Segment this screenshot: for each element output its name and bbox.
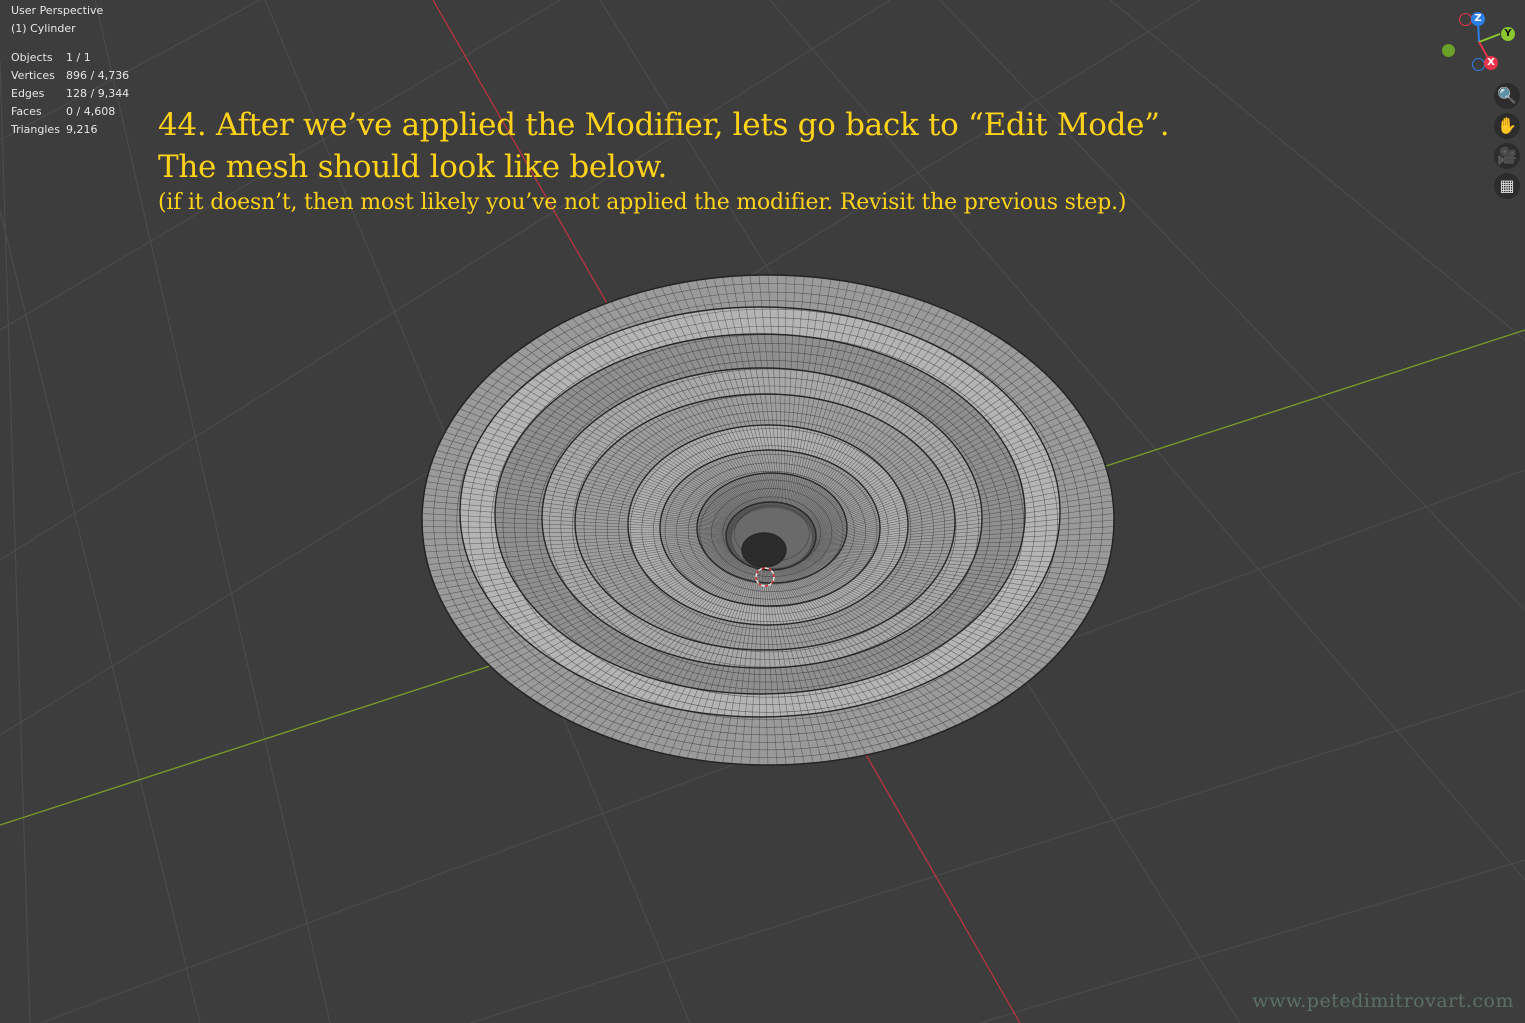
zoom-icon[interactable]: 🔍 xyxy=(1494,83,1520,109)
gizmo-z-axis[interactable]: Z xyxy=(1471,12,1485,26)
tutorial-line-3: (if it doesn’t, then most likely you’ve … xyxy=(158,190,1127,215)
stat-row-triangles: Triangles 9,216 xyxy=(11,123,98,136)
stat-row-edges: Edges 128 / 9,344 xyxy=(11,87,130,100)
tutorial-caption: 44. After we’ve applied the Modifier, le… xyxy=(158,104,1170,218)
viewport-info: User Perspective (1) Cylinder Objects 1 /… xyxy=(11,2,129,139)
gizmo-y-axis[interactable]: Y xyxy=(1501,27,1515,41)
watermark: www.petedimitrovart.com xyxy=(1252,990,1514,1012)
gizmo-neg-y-handle[interactable] xyxy=(1442,44,1455,57)
cylinder-mesh[interactable] xyxy=(421,274,1115,766)
grid-ortho-icon[interactable]: ▦ xyxy=(1494,173,1520,199)
object-name: (1) Cylinder xyxy=(11,22,76,35)
gizmo-x-axis[interactable]: X xyxy=(1484,56,1498,70)
camera-icon[interactable]: 🎥 xyxy=(1494,143,1520,169)
stat-row-vertices: Vertices 896 / 4,736 xyxy=(11,69,130,82)
navigation-gizmo[interactable]: Z Y X xyxy=(1438,8,1520,78)
tutorial-line-2: The mesh should look like below. xyxy=(158,149,667,185)
gizmo-neg-z-handle[interactable] xyxy=(1472,58,1485,71)
stats-panel: Objects 1 / 1 Vertices 896 / 4,736 Edges 12… xyxy=(11,49,129,139)
stat-row-objects: Objects 1 / 1 xyxy=(11,51,91,64)
stat-row-faces: Faces 0 / 4,608 xyxy=(11,105,116,118)
view-name: User Perspective xyxy=(11,4,104,17)
pan-hand-icon[interactable]: ✋ xyxy=(1494,113,1520,139)
tutorial-line-1: 44. After we’ve applied the Modifier, le… xyxy=(158,107,1170,143)
